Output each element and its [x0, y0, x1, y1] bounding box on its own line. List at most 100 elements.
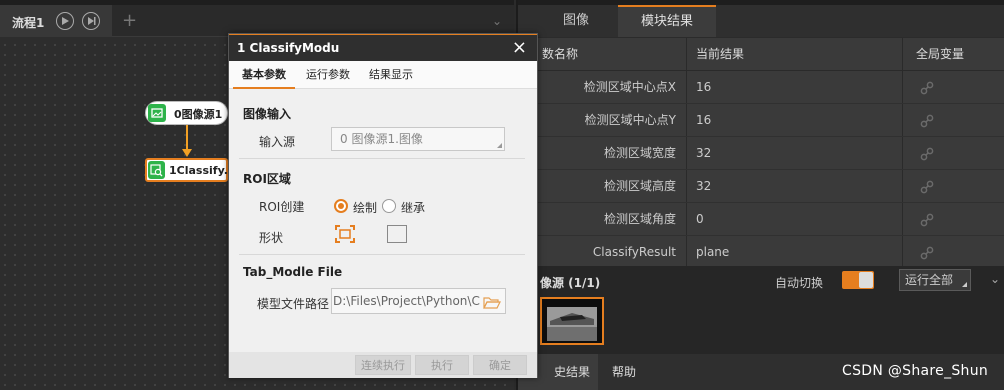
- link-icon[interactable]: [920, 147, 934, 161]
- model-path-input[interactable]: D:\Files\Project\Python\Cla: [331, 288, 506, 314]
- thumbnail-strip: [518, 294, 1004, 354]
- result-panel: 图像 模块结果 数名称 当前结果 全局变量 检测区域中心点X 16 检测区域中心点Y…: [516, 0, 1004, 390]
- column-divider: [902, 137, 903, 169]
- tab-help[interactable]: 帮助: [612, 354, 636, 390]
- divider: [239, 158, 525, 159]
- auto-switch-label: 自动切换: [775, 276, 824, 290]
- radio-draw[interactable]: [334, 199, 348, 213]
- column-divider: [686, 236, 687, 268]
- param-value: 16: [696, 113, 712, 127]
- dropdown-caret-icon: [962, 282, 967, 287]
- column-divider: [902, 71, 903, 103]
- continuous-run-button[interactable]: 连续执行: [355, 355, 411, 375]
- table-row[interactable]: 检测区域宽度 32: [518, 137, 1004, 170]
- node-classify-module[interactable]: 1Classify...: [145, 158, 236, 182]
- tab-basic-params[interactable]: 基本参数: [233, 61, 295, 89]
- connector-arrow: [182, 149, 192, 157]
- link-icon[interactable]: [920, 114, 934, 128]
- dialog-titlebar[interactable]: 1 ClassifyModu ×: [229, 34, 537, 61]
- radio-inherit-label[interactable]: 继承: [401, 199, 425, 216]
- search-icon: [148, 161, 165, 179]
- chevron-down-icon[interactable]: ⌄: [492, 14, 502, 28]
- dialog-tabbar: 基本参数 运行参数 结果显示: [229, 61, 537, 89]
- link-icon[interactable]: [920, 213, 934, 227]
- resize-grip-icon: [497, 143, 502, 148]
- node-image-source[interactable]: 0图像源1: [145, 101, 228, 125]
- table-row[interactable]: 检测区域角度 0: [518, 203, 1004, 236]
- flow-title: 流程1: [12, 16, 45, 30]
- param-name: ClassifyResult: [592, 245, 676, 259]
- chevron-down-icon[interactable]: ⌄: [990, 272, 1000, 286]
- node-label: 1Classify...: [169, 164, 237, 177]
- table-row[interactable]: ClassifyResult plane: [518, 236, 1004, 269]
- tab-image[interactable]: 图像: [534, 5, 618, 37]
- column-divider: [902, 236, 903, 268]
- image-source-title: 像源 (1/1): [540, 276, 601, 290]
- connector-line: [186, 125, 188, 151]
- tab-module-result[interactable]: 模块结果: [618, 5, 716, 37]
- section-roi: ROI区域: [243, 172, 291, 186]
- param-value: 0: [696, 212, 704, 226]
- image-source-bar: 像源 (1/1) 自动切换 运行全部 ⌄: [518, 266, 1004, 294]
- radio-draw-label[interactable]: 绘制: [353, 199, 377, 216]
- add-flow-icon[interactable]: +: [122, 10, 137, 31]
- result-tabbar: 图像 模块结果: [518, 5, 1004, 37]
- link-icon[interactable]: [920, 81, 934, 95]
- tab-result-display[interactable]: 结果显示: [369, 61, 413, 89]
- run-loop-icon[interactable]: [82, 12, 100, 30]
- column-header-current[interactable]: 当前结果: [696, 38, 744, 71]
- auto-switch-toggle[interactable]: [842, 271, 874, 289]
- input-source-select[interactable]: 0 图像源1.图像: [331, 127, 505, 151]
- section-model-file: Tab_Modle File: [243, 265, 343, 279]
- link-icon[interactable]: [920, 246, 934, 260]
- column-header-global[interactable]: 全局变量: [916, 38, 964, 71]
- input-source-label: 输入源: [259, 135, 296, 149]
- column-divider: [902, 170, 903, 202]
- run-mode-value: 运行全部: [905, 273, 954, 287]
- table-body: 检测区域中心点X 16 检测区域中心点Y 16 检测区域宽度 32 检测区域高度 32 检测区域…: [518, 71, 1004, 269]
- link-icon[interactable]: [920, 180, 934, 194]
- section-image-input: 图像输入: [243, 107, 292, 121]
- column-divider: [686, 137, 687, 169]
- toggle-knob: [859, 272, 873, 288]
- run-once-icon[interactable]: [56, 12, 74, 30]
- watermark: CSDN @Share_Shun: [842, 363, 989, 379]
- table-row[interactable]: 检测区域中心点X 16: [518, 71, 1004, 104]
- dialog-title: 1 ClassifyModu: [237, 41, 340, 55]
- param-value: plane: [696, 245, 730, 259]
- square-shape-icon[interactable]: [387, 225, 407, 243]
- column-divider: [686, 104, 687, 136]
- confirm-button[interactable]: 确定: [473, 355, 527, 375]
- run-mode-select[interactable]: 运行全部: [899, 269, 971, 291]
- param-name: 检测区域高度: [603, 179, 676, 193]
- classify-module-dialog: 1 ClassifyModu × 基本参数 运行参数 结果显示 图像输入 输入源…: [228, 33, 538, 378]
- node-label: 0图像源1: [174, 108, 223, 121]
- roi-create-label: ROI创建: [259, 200, 305, 214]
- table-row[interactable]: 检测区域高度 32: [518, 170, 1004, 203]
- param-name: 检测区域中心点X: [583, 80, 676, 94]
- input-source-value: 0 图像源1.图像: [340, 132, 423, 146]
- image-thumbnail[interactable]: [540, 297, 604, 345]
- table-header: 数名称 当前结果 全局变量: [518, 38, 1004, 71]
- model-path-label: 模型文件路径: [257, 297, 330, 311]
- model-path-value: D:\Files\Project\Python\Cla: [333, 294, 481, 308]
- tab-run-params[interactable]: 运行参数: [306, 61, 350, 89]
- divider: [239, 254, 525, 255]
- param-value: 32: [696, 179, 712, 193]
- folder-icon[interactable]: [483, 294, 501, 313]
- column-divider: [902, 38, 903, 70]
- param-value: 32: [696, 146, 712, 160]
- column-header-name[interactable]: 数名称: [542, 38, 578, 71]
- column-divider: [686, 71, 687, 103]
- param-name: 检测区域中心点Y: [584, 113, 676, 127]
- dialog-footer: 连续执行 执行 确定: [229, 352, 537, 378]
- table-row[interactable]: 检测区域中心点Y 16: [518, 104, 1004, 137]
- column-divider: [902, 203, 903, 235]
- run-button[interactable]: 执行: [415, 355, 469, 375]
- flow-tab[interactable]: 流程1: [0, 5, 112, 37]
- rectangle-shape-icon[interactable]: [334, 224, 356, 244]
- radio-inherit[interactable]: [382, 199, 396, 213]
- column-divider: [686, 170, 687, 202]
- close-icon[interactable]: ×: [512, 37, 527, 58]
- column-divider: [686, 203, 687, 235]
